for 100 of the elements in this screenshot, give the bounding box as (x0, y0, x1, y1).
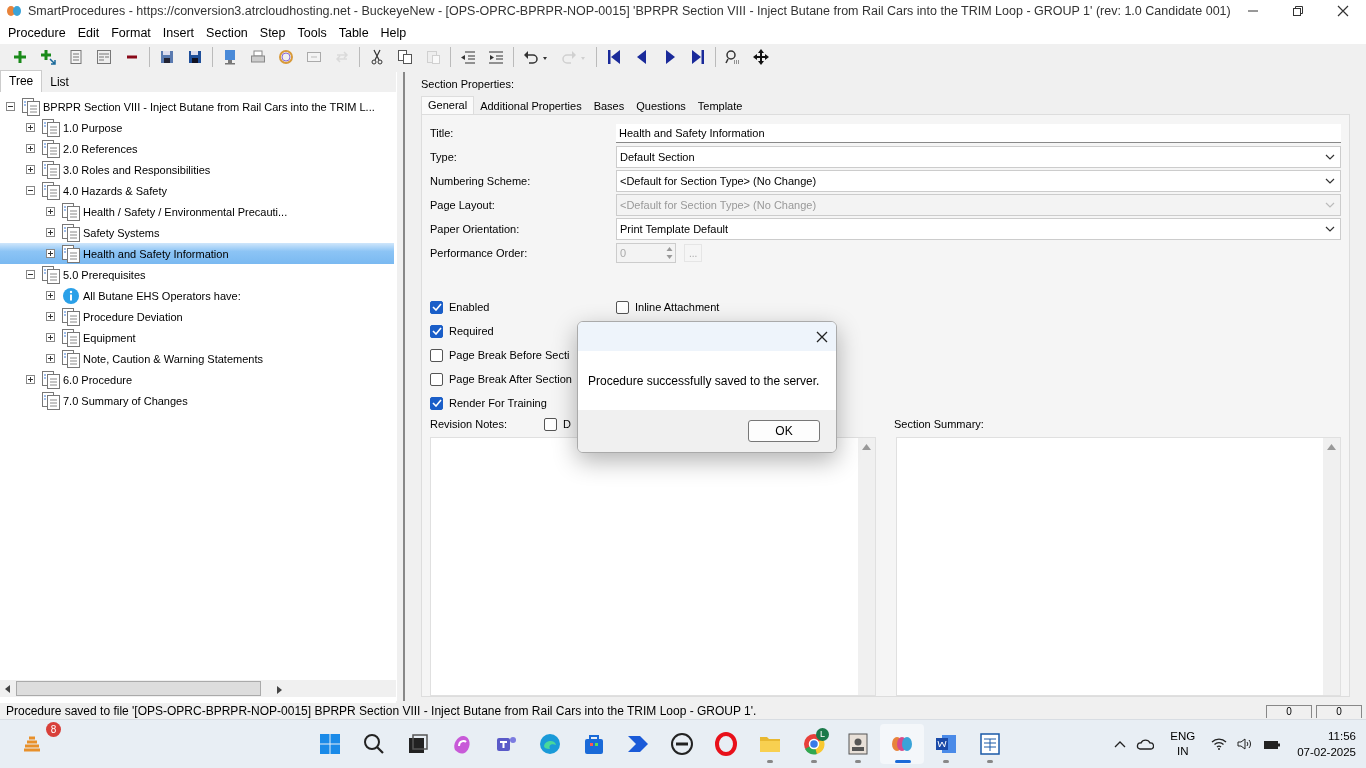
checkbox[interactable] (430, 300, 443, 314)
tab[interactable]: List (42, 72, 77, 92)
app-badge: L (816, 728, 829, 741)
menu-item[interactable]: Help (374, 26, 413, 40)
tab[interactable]: Template (691, 98, 749, 114)
document-icon (41, 180, 61, 201)
tree-item[interactable]: Note, Caution & Warning Statements (0, 348, 394, 369)
tree-label: All Butane EHS Operators have: (83, 289, 241, 302)
checkbox[interactable] (544, 417, 557, 431)
tab[interactable]: General (421, 96, 475, 114)
ok-button[interactable]: OK (748, 420, 820, 442)
scroll-thumb[interactable] (16, 681, 261, 696)
tree-label: Procedure Deviation (83, 310, 183, 323)
menu-item[interactable]: Edit (71, 26, 106, 40)
tree-label: BPRPR Section VIII - Inject Butane from Rail Cars into the TRIM L... (43, 100, 375, 113)
title-field[interactable]: Health and Safety Information (616, 123, 1341, 143)
expand-icon[interactable] (26, 144, 35, 153)
tree-item[interactable]: Equipment (0, 327, 394, 348)
region-text[interactable]: IN (1176, 744, 1189, 759)
tree-label: Health and Safety Information (83, 247, 229, 260)
menu-item[interactable]: Step (253, 26, 292, 40)
cloud-icon[interactable] (1136, 737, 1155, 751)
tree-item[interactable]: Health and Safety Information (0, 243, 394, 264)
taskbar-app[interactable]: L (792, 724, 836, 764)
tree-item[interactable]: 1.0 Purpose (0, 117, 394, 138)
expand-icon[interactable] (46, 228, 55, 237)
expand-icon[interactable] (46, 249, 55, 258)
revision-notes-field[interactable] (430, 437, 876, 696)
field-label: Revision Notes: (430, 418, 509, 430)
language-text[interactable]: ENG (1170, 729, 1196, 744)
field-label: Title: (430, 127, 455, 139)
status-text: Procedure saved to file '[OPS-OPRC-BPRPR-NOP-0015] BPRPR Section VIII - Inject Butane from Rail Cars into the TRIM Loop - GROUP 1'. (6, 704, 758, 718)
tab[interactable]: Questions (630, 98, 692, 114)
field-label: Numbering Scheme: (430, 175, 532, 187)
checkbox[interactable] (430, 324, 443, 338)
close-icon[interactable] (816, 330, 828, 343)
start-icon (318, 732, 342, 756)
menu-item[interactable]: Insert (156, 26, 201, 40)
expand-icon[interactable] (46, 291, 55, 300)
vertical-scrollbar[interactable] (857, 438, 875, 695)
field-label: Page Layout: (430, 199, 496, 211)
checkbox[interactable] (430, 348, 443, 362)
running-indicator (943, 760, 949, 763)
expand-icon[interactable] (46, 354, 55, 363)
checkbox-label: Inline Attachment (635, 301, 720, 313)
chevron-up-icon[interactable] (1114, 740, 1127, 748)
status-cell: 0 (1316, 704, 1362, 718)
tree-item[interactable]: 3.0 Roles and Responsibilities (0, 159, 394, 180)
wave-icon (538, 732, 562, 756)
expand-icon[interactable] (46, 312, 55, 321)
clock-date[interactable]: 07-02-2025 (1297, 744, 1356, 760)
menu-item[interactable]: Procedure (2, 26, 72, 40)
menu-item[interactable]: Tools (291, 26, 333, 40)
tree-item[interactable]: 6.0 Procedure (0, 369, 394, 390)
battery-icon[interactable] (1263, 738, 1282, 750)
dropdown[interactable]: <Default for Section Type> (No Change) (616, 170, 1341, 192)
dropdown[interactable]: Default Section (616, 146, 1341, 168)
menu-item[interactable]: Section (200, 26, 254, 40)
wifi-icon[interactable] (1211, 738, 1228, 750)
document-icon (61, 243, 81, 264)
tree-item[interactable]: Health / Safety / Environmental Precauti... (0, 201, 394, 222)
tab[interactable]: Tree (0, 70, 43, 92)
dropdown[interactable]: Print Template Default (616, 218, 1341, 240)
tree-item[interactable]: 7.0 Summary of Changes (0, 390, 394, 411)
expand-icon[interactable] (26, 165, 35, 174)
horizontal-scrollbar[interactable] (0, 680, 396, 697)
collapse-icon[interactable] (26, 186, 35, 195)
menu-item[interactable]: Format (105, 26, 157, 40)
tree-label: 2.0 References (63, 142, 138, 155)
collapse-icon[interactable] (6, 102, 15, 111)
document-icon (61, 222, 81, 243)
checkbox-label: Enabled (449, 301, 490, 313)
tree-item[interactable]: BPRPR Section VIII - Inject Butane from Rail Cars into the TRIM L... (0, 96, 394, 117)
checkbox[interactable] (616, 300, 629, 314)
shopping-bag-icon (582, 732, 606, 756)
vertical-scrollbar[interactable] (1323, 438, 1340, 695)
checkbox-label: D (563, 418, 571, 430)
expand-icon[interactable] (46, 207, 55, 216)
notification-badge: 8 (46, 722, 61, 737)
tree-item[interactable]: Safety Systems (0, 222, 394, 243)
checkbox[interactable] (430, 396, 443, 410)
tree-label: Safety Systems (83, 226, 160, 239)
tab[interactable]: Bases (587, 98, 631, 114)
info-icon (61, 286, 81, 305)
tree-item[interactable]: 4.0 Hazards & Safety (0, 180, 394, 201)
expand-icon[interactable] (26, 123, 35, 132)
tab[interactable]: Additional Properties (474, 98, 588, 114)
menu-item[interactable]: Table (332, 26, 375, 40)
tree-item[interactable]: All Butane EHS Operators have: (0, 285, 394, 306)
expand-icon[interactable] (46, 333, 55, 342)
checkbox[interactable] (430, 372, 443, 386)
clock-time[interactable]: 11:56 (1328, 728, 1356, 744)
speaker-icon[interactable] (1237, 738, 1254, 750)
id-card-icon (846, 732, 870, 756)
section-summary-field[interactable] (895, 437, 1341, 696)
tree-item[interactable]: Procedure Deviation (0, 306, 394, 327)
tree-item[interactable]: 2.0 References (0, 138, 394, 159)
tree-item[interactable]: 5.0 Prerequisites (0, 264, 394, 285)
collapse-icon[interactable] (26, 270, 35, 279)
expand-icon[interactable] (26, 375, 35, 384)
